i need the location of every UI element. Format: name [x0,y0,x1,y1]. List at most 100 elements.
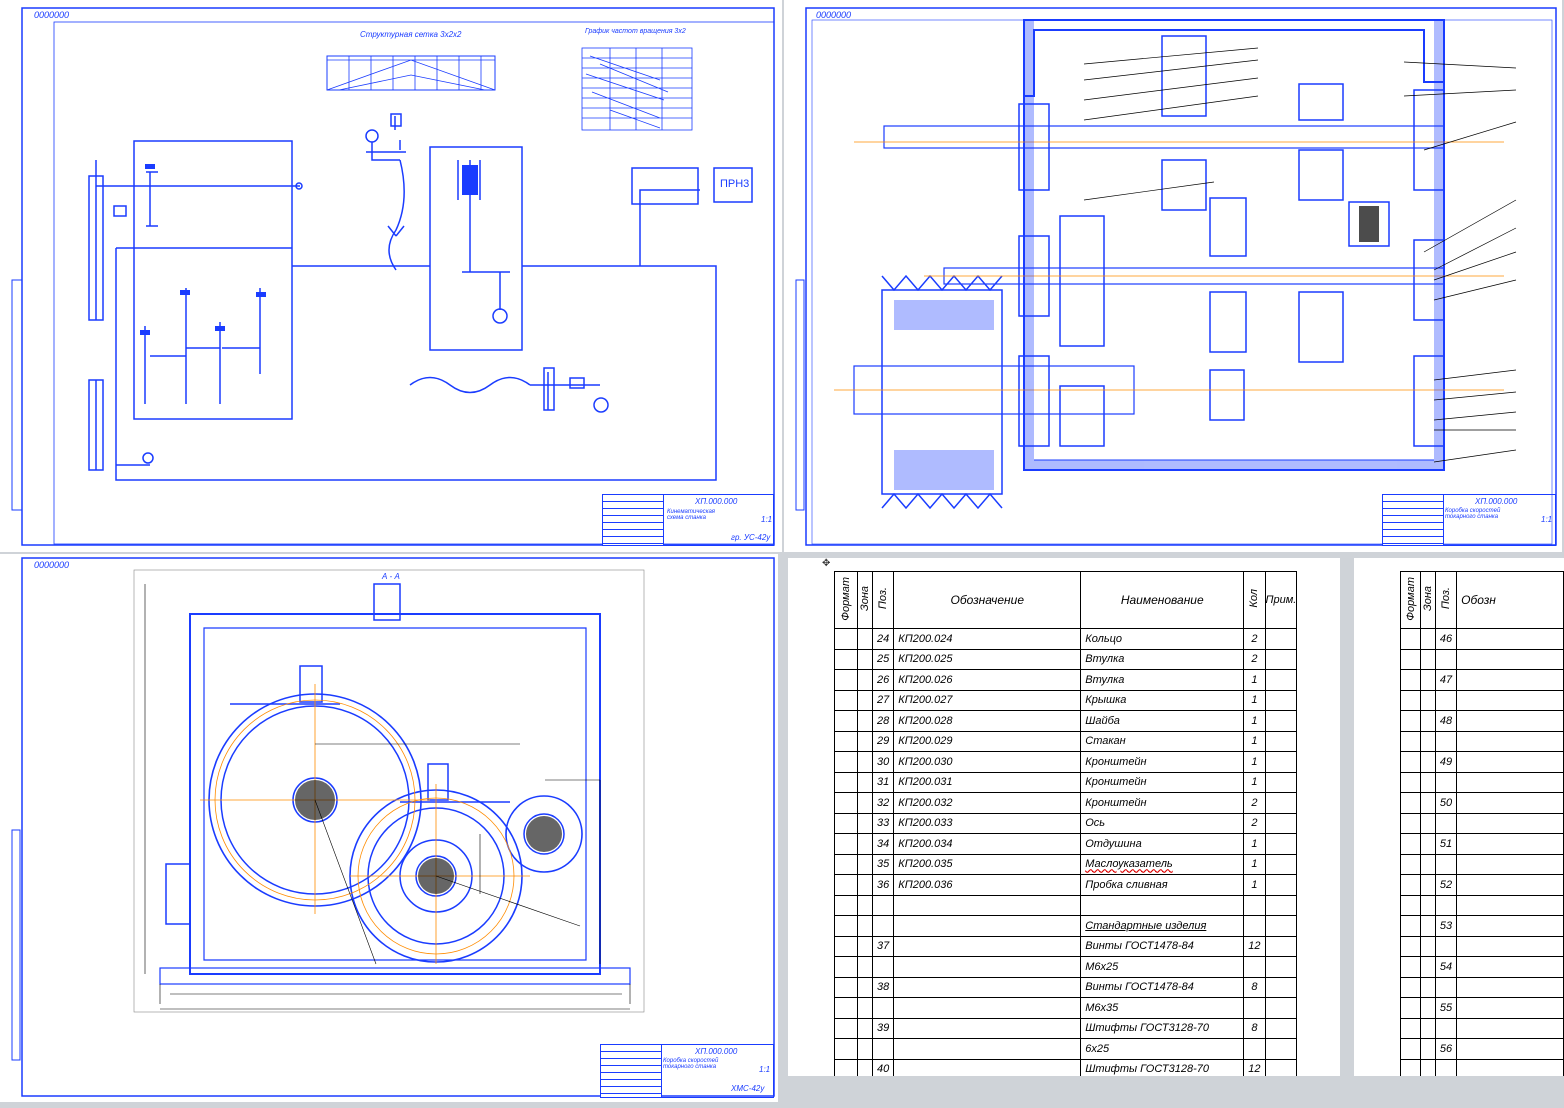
cell-format [834,874,858,896]
title-block-code: ХП.000.000 [695,497,738,506]
table-row[interactable] [1399,1017,1564,1039]
spec-sheet-1[interactable]: ✥ Формат Зона Поз. Обозначение Наименова… [788,558,1340,1076]
cell-zone [857,648,873,670]
table-row[interactable]: 54 [1399,956,1564,978]
table-row[interactable]: 32 КП200.032 Кронштейн 2 [834,792,1298,814]
table-row[interactable]: М6х35 [834,997,1298,1019]
col-pos: Поз. [871,571,895,629]
cell-format [834,710,858,732]
cell-name: Втулка [1080,669,1245,691]
table-row[interactable]: 29 КП200.029 Стакан 1 [834,730,1298,752]
table-row[interactable]: 27 КП200.027 Крышка 1 [834,689,1298,711]
cell-qty: 2 [1243,628,1266,650]
sheet-gearbox-section[interactable]: 0000000 ХП.000.000 Коробка скоростей ток… [784,0,1562,552]
cell-zone [857,710,873,732]
table-row[interactable]: 6х25 [834,1038,1298,1060]
table-row[interactable]: 24 КП200.024 Кольцо 2 [834,628,1298,650]
table-row[interactable] [1399,812,1564,834]
col-note: Прим. [1264,571,1298,629]
table-row[interactable]: 36 КП200.036 Пробка сливная 1 [834,874,1298,896]
table-row[interactable]: Стандартные изделия [834,915,1298,937]
table-row[interactable]: 46 [1399,628,1564,650]
cell-pos: 39 [871,1017,895,1039]
cell-format [834,833,858,855]
cell-qty: 12 [1243,1058,1266,1076]
cell-format [834,956,858,978]
table-row[interactable] [1399,1058,1564,1076]
table-row[interactable]: 56 [1399,1038,1564,1060]
table-row[interactable]: 48 [1399,710,1564,732]
cell-zone [857,894,873,916]
cell-format [834,628,858,650]
motor-label: ПРН3 [720,178,750,190]
title-block-name: Коробка скоростей токарного станка [1445,508,1501,520]
table-row[interactable]: 30 КП200.030 Кронштейн 1 [834,751,1298,773]
cell-qty: 1 [1243,874,1266,896]
cell-designation [893,935,1082,957]
title-block-code: ХП.000.000 [1475,497,1518,506]
cell-pos [871,1038,895,1060]
cell-note [1264,751,1298,773]
cell-qty: 8 [1243,976,1266,998]
cell-pos: 55 [1434,997,1458,1019]
table-row[interactable]: 35 КП200.035 Маслоуказатель 1 [834,853,1298,875]
table-row[interactable]: 34 КП200.034 Отдушина 1 [834,833,1298,855]
table-row[interactable]: 53 [1399,915,1564,937]
table-row[interactable]: 31 КП200.031 Кронштейн 1 [834,771,1298,793]
table-row[interactable] [1399,771,1564,793]
cell-zone [857,1058,873,1076]
table-row[interactable]: 49 [1399,751,1564,773]
table-row[interactable] [1399,730,1564,752]
cell-note [1264,648,1298,670]
table-row[interactable]: 50 [1399,792,1564,814]
cell-designation: КП200.033 [893,812,1082,834]
cell-format [834,792,858,814]
cell-pos: 40 [871,1058,895,1076]
cell-pos: 35 [871,853,895,875]
table-row[interactable]: 47 [1399,669,1564,691]
table-row[interactable]: 33 КП200.033 Ось 2 [834,812,1298,834]
table-row[interactable] [1399,853,1564,875]
table-row[interactable]: 38 Винты ГОСТ1478-84 8 [834,976,1298,998]
sheet-stamp: 0000000 [34,560,70,570]
table-row[interactable] [1399,935,1564,957]
table-row[interactable]: 52 [1399,874,1564,896]
cell-qty: 8 [1243,1017,1266,1039]
table-row[interactable]: 28 КП200.028 Шайба 1 [834,710,1298,732]
table-row[interactable] [1399,689,1564,711]
table-row[interactable]: 39 Штифты ГОСТ3128-70 8 [834,1017,1298,1039]
cell-zone [857,956,873,978]
cell-pos: 24 [871,628,895,650]
sheet-kinematic-scheme[interactable]: 0000000 Структурная сетка 3x2x2 График ч… [0,0,782,552]
table-row[interactable]: 55 [1399,997,1564,1019]
table-row[interactable] [1399,976,1564,998]
sheet-gearbox-view[interactable]: 0000000 А - А ХП.000.000 Коробка скорост… [0,554,778,1102]
cell-note [1264,935,1298,957]
cell-name: М6х35 [1080,997,1245,1019]
cell-pos: 32 [871,792,895,814]
table-row[interactable] [1399,648,1564,670]
cell-format [834,669,858,691]
cell-qty [1243,894,1266,916]
table-row[interactable]: 25 КП200.025 Втулка 2 [834,648,1298,670]
table-row[interactable]: 37 Винты ГОСТ1478-84 12 [834,935,1298,957]
table-row[interactable]: 26 КП200.026 Втулка 1 [834,669,1298,691]
cell-pos [871,997,895,1019]
cell-pos: 37 [871,935,895,957]
move-handle-icon[interactable]: ✥ [822,558,830,569]
cell-name: Крышка [1080,689,1245,711]
cell-format [834,935,858,957]
table-row[interactable]: 40 Штифты ГОСТ3128-70 12 [834,1058,1298,1076]
cell-designation: КП200.027 [893,689,1082,711]
table-row[interactable] [834,894,1298,916]
cell-format [834,1017,858,1039]
cell-name: Штифты ГОСТ3128-70 [1080,1058,1245,1076]
cell-name: Стандартные изделия [1080,915,1245,937]
table-row[interactable]: М6х25 [834,956,1298,978]
cell-designation: КП200.034 [893,833,1082,855]
sheet-stamp: 0000000 [816,10,852,20]
table-row[interactable]: 51 [1399,833,1564,855]
cell-note [1264,730,1298,752]
spec-sheet-2[interactable]: Формат Зона Поз. Обозн 46 47 48 49 50 51 52 53 5… [1354,558,1564,1076]
table-row[interactable] [1399,894,1564,916]
